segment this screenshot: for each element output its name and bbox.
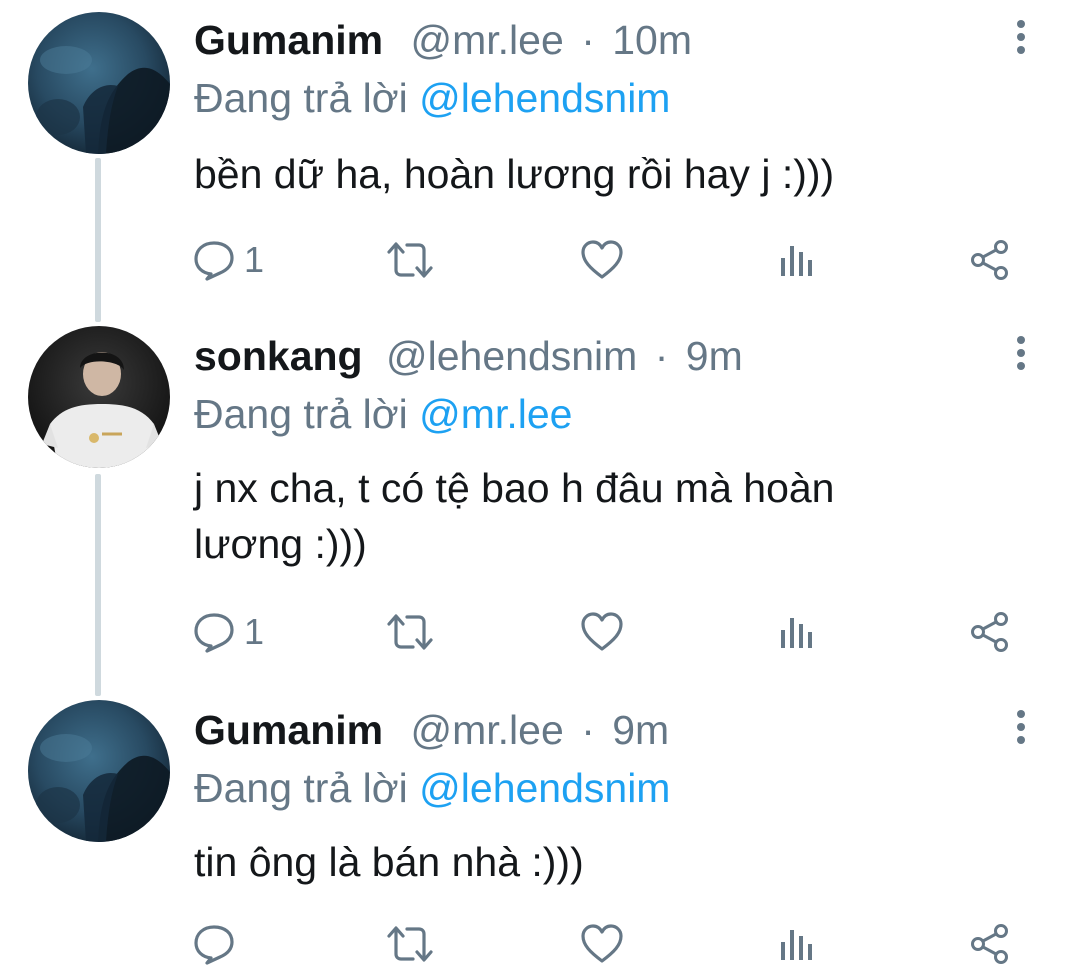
share-icon — [971, 612, 1008, 652]
tweet-text: bền dữ ha, hoàn lương rồi hay j :))) — [194, 151, 835, 197]
analytics-button[interactable] — [777, 236, 817, 284]
retweet-button[interactable] — [385, 236, 435, 284]
retweet-button[interactable] — [385, 608, 435, 656]
analytics-icon — [781, 930, 812, 960]
reply-icon — [194, 241, 234, 281]
share-button[interactable] — [968, 236, 1012, 284]
reply-icon — [194, 925, 234, 965]
tweet[interactable]: Gumanim @mr.lee · 9m Đang trả lời @lehen… — [0, 700, 1080, 974]
timestamp[interactable]: 10m — [612, 17, 692, 63]
retweet-button[interactable] — [385, 920, 435, 968]
separator: · — [581, 17, 595, 63]
tweet-actions: 1 — [0, 236, 1080, 284]
display-name[interactable]: sonkang — [194, 333, 363, 379]
replying-to-label: Đang trả lời — [194, 75, 408, 121]
reply-icon — [194, 613, 234, 653]
replying-to-label: Đang trả lời — [194, 765, 408, 811]
more-options-icon[interactable] — [1012, 20, 1030, 64]
tweet-header: Gumanim @mr.lee · 10m — [194, 16, 692, 64]
replying-to: Đang trả lời @lehendsnim — [194, 74, 670, 122]
tweet[interactable]: Gumanim @mr.lee · 10m Đang trả lời @lehe… — [0, 0, 1080, 320]
mention-link[interactable]: @lehendsnim — [419, 765, 670, 811]
analytics-button[interactable] — [777, 920, 817, 968]
analytics-icon — [781, 618, 812, 648]
avatar[interactable] — [28, 12, 170, 154]
mention-link[interactable]: @mr.lee — [419, 391, 572, 437]
reply-count: 1 — [244, 611, 265, 652]
retweet-icon — [387, 614, 433, 650]
reply-button[interactable]: 1 — [192, 236, 264, 284]
handle[interactable]: @mr.lee — [411, 17, 564, 63]
replying-to: Đang trả lời @mr.lee — [194, 390, 572, 438]
like-button[interactable] — [580, 920, 624, 968]
timestamp[interactable]: 9m — [612, 707, 669, 753]
retweet-icon — [387, 926, 433, 962]
tweet-text: j nx cha, t có tệ bao h đâu mà hoàn lươn… — [194, 465, 835, 567]
tweet[interactable]: sonkang @lehendsnim · 9m Đang trả lời @m… — [0, 320, 1080, 700]
tweet-header: Gumanim @mr.lee · 9m — [194, 706, 669, 754]
display-name[interactable]: Gumanim — [194, 707, 383, 753]
timestamp[interactable]: 9m — [686, 333, 743, 379]
reply-button[interactable]: 1 — [192, 608, 264, 656]
avatar[interactable] — [28, 326, 170, 468]
retweet-icon — [387, 242, 433, 278]
avatar[interactable] — [28, 700, 170, 842]
analytics-icon — [781, 246, 812, 276]
tweet-header: sonkang @lehendsnim · 9m — [194, 332, 743, 380]
mention-link[interactable]: @lehendsnim — [419, 75, 670, 121]
tweet-actions — [0, 920, 1080, 968]
share-icon — [971, 240, 1008, 280]
heart-icon — [581, 924, 623, 963]
like-button[interactable] — [580, 608, 624, 656]
like-button[interactable] — [580, 236, 624, 284]
display-name[interactable]: Gumanim — [194, 17, 383, 63]
share-button[interactable] — [968, 608, 1012, 656]
reply-button[interactable] — [192, 920, 244, 968]
share-button[interactable] — [968, 920, 1012, 968]
tweet-text: tin ông là bán nhà :))) — [194, 839, 584, 885]
more-options-icon[interactable] — [1012, 710, 1030, 754]
heart-icon — [581, 612, 623, 651]
reply-count: 1 — [244, 239, 265, 280]
analytics-button[interactable] — [777, 608, 817, 656]
more-options-icon[interactable] — [1012, 336, 1030, 380]
replying-to: Đang trả lời @lehendsnim — [194, 764, 670, 812]
separator: · — [581, 707, 595, 753]
share-icon — [971, 924, 1008, 964]
heart-icon — [581, 240, 623, 279]
handle[interactable]: @mr.lee — [411, 707, 564, 753]
replying-to-label: Đang trả lời — [194, 391, 408, 437]
tweet-actions: 1 — [0, 608, 1080, 656]
handle[interactable]: @lehendsnim — [386, 333, 637, 379]
separator: · — [654, 333, 669, 379]
